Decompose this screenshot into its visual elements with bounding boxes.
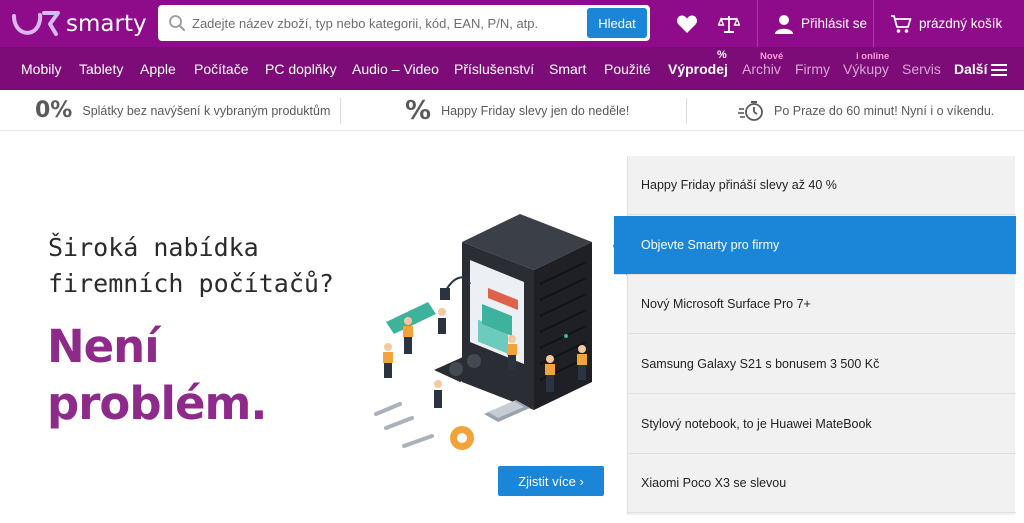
nav-item-pc-doplnky[interactable]: PC doplňky [265,61,337,77]
benefit-delivery-text: Po Praze do 60 minut! Nyní i o víkendu. [774,103,995,118]
search-bar: Hledat [158,5,650,41]
hero-slogan: Není problém. [47,318,267,432]
nav-item-apple[interactable]: Apple [140,61,176,77]
nav-item-servis[interactable]: Servis [902,61,941,77]
benefits-strip: 0% Splátky bez navýšení k vybraným produ… [0,90,1024,131]
benefit-happy-friday[interactable]: % Happy Friday slevy jen do neděle! [405,90,629,131]
nav-item-dalsi[interactable]: Další [954,61,987,77]
server-rack-illustration [374,214,592,450]
nav-item-pocitace[interactable]: Počítače [194,61,248,77]
login-label: Přihlásit se [801,16,868,31]
hamburger-bar [991,74,1007,76]
hero-slogan-line-1: Není [47,320,160,373]
promo-list: Happy Friday přináší slevy až 40 % Objev… [614,156,1016,515]
main-nav: Mobily Tablety Apple Počítače PC doplňky… [0,47,1024,90]
nav-item-prislusenstvi[interactable]: Příslušenství [454,61,534,77]
nav-item-tablety[interactable]: Tablety [79,61,123,77]
fast-delivery-icon [738,100,763,121]
smarty-logo[interactable]: smarty [10,8,147,40]
hero-line-1: Široká nabídka [48,233,259,262]
promo-item-firmy[interactable]: Objevte Smarty pro firmy [614,216,1016,275]
header-divider [757,0,758,47]
promo-item-happy-friday[interactable]: Happy Friday přináší slevy až 40 % [628,156,1016,215]
nav-item-audio-video[interactable]: Audio – Video [352,61,439,77]
hamburger-bar [991,69,1007,71]
benefit-installments[interactable]: 0% Splátky bez navýšení k vybraným produ… [35,90,330,131]
header-divider [873,0,874,47]
benefit-installments-text: Splátky bez navýšení k vybraným produktů… [82,103,331,118]
hero-headline: Široká nabídka firemních počítačů? [48,230,334,302]
promo-item-surface[interactable]: Nový Microsoft Surface Pro 7+ [628,275,1016,334]
wishlist-button[interactable] [672,0,702,47]
user-icon [775,14,793,34]
benefit-delivery[interactable]: Po Praze do 60 minut! Nyní i o víkendu. [738,90,994,131]
hamburger-bar [991,64,1007,66]
nav-item-vyprodej[interactable]: Výprodej [668,61,728,77]
logo-text: smarty [66,11,147,37]
nav-item-mobily[interactable]: Mobily [21,61,61,77]
site-header: smarty Hledat Přihlásit se [0,0,1024,47]
strip-divider [340,98,341,124]
active-item-arrow [613,216,627,276]
promo-item-galaxy[interactable]: Samsung Galaxy S21 s bonusem 3 500 Kč [628,335,1016,394]
cart-label: prázdný košík [919,16,1003,31]
nav-badge-vyprodej: % [717,49,727,61]
zero-percent-icon: 0% [35,98,73,123]
compare-button[interactable] [714,0,744,47]
login-button[interactable]: Přihlásit se [774,0,867,47]
promo-item-matebook[interactable]: Stylový notebook, to je Huawei MateBook [628,395,1016,454]
promo-item-poco[interactable]: Xiaomi Poco X3 se slevou [628,454,1016,513]
cart-button[interactable]: prázdný košík [890,0,1002,47]
percent-icon: % [405,95,432,126]
search-button[interactable]: Hledat [587,8,647,38]
hero-line-2: firemních počítačů? [48,269,334,298]
hamburger-menu-icon[interactable] [991,64,1007,76]
heart-icon [677,15,697,33]
benefit-happy-friday-text: Happy Friday slevy jen do neděle! [441,103,630,118]
learn-more-button[interactable]: Zjistit více › [498,466,604,496]
search-input[interactable] [192,11,582,35]
nav-item-vykupy[interactable]: Výkupy [843,61,889,77]
smarty-logo-icon [12,11,60,36]
cart-icon [891,14,912,33]
strip-divider [686,98,687,124]
nav-item-pouzite[interactable]: Použité [604,61,651,77]
scales-icon [718,15,740,33]
search-icon [169,15,185,31]
nav-item-firmy[interactable]: Firmy [795,61,830,77]
hero-slogan-line-2: problém. [47,377,267,430]
hero-banner[interactable]: Široká nabídka firemních počítačů? Není … [0,132,627,523]
nav-item-smart[interactable]: Smart [549,61,586,77]
nav-item-archiv[interactable]: Archiv [742,61,781,77]
